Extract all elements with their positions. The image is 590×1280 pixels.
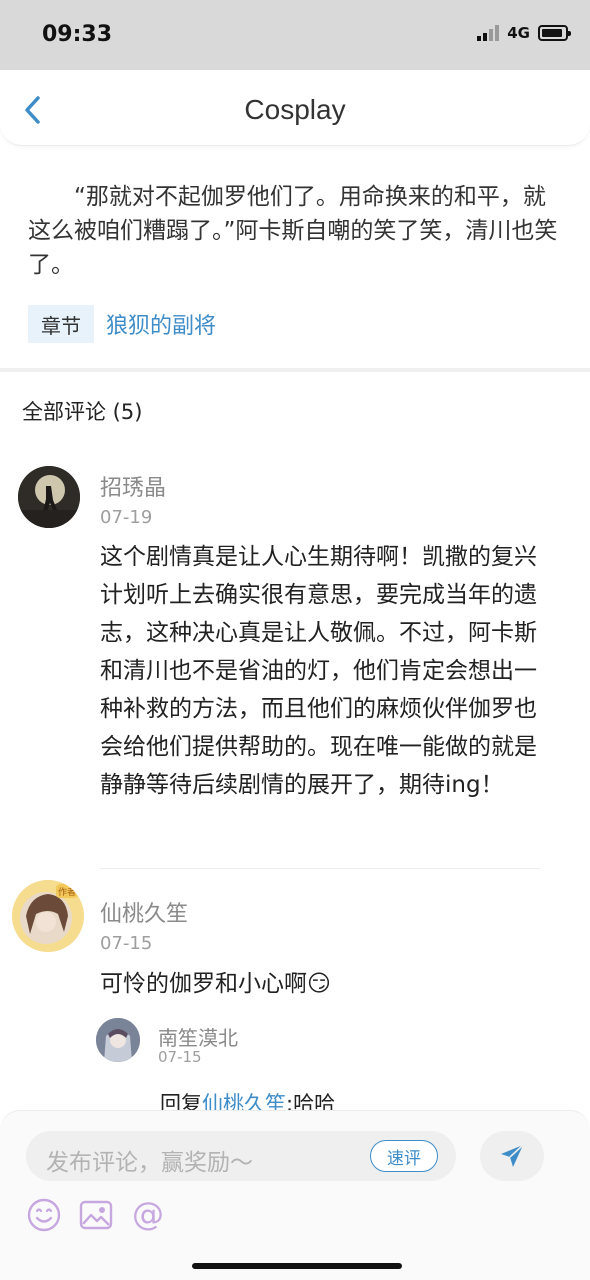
avatar[interactable] — [18, 466, 80, 528]
reply-author[interactable]: 南笙漠北 — [158, 1022, 238, 1051]
section-divider — [0, 368, 590, 372]
smile-icon[interactable] — [26, 1197, 62, 1233]
comment-text: 这个剧情真是让人心生期待啊！凯撒的复兴计划听上去确实很有意思，要完成当年的遗志，… — [100, 544, 537, 798]
comment-date: 07-15 — [100, 933, 153, 954]
comment-text: 可怜的伽罗和小心啊 — [100, 971, 307, 997]
status-time: 09:33 — [42, 22, 113, 47]
signal-icon — [477, 25, 500, 41]
chapter-row: 章节 狼狈的副将 — [28, 305, 216, 343]
smirk-emoji: 😏 — [307, 971, 331, 997]
author-badge: 作者 — [58, 886, 76, 898]
svg-text:@: @ — [132, 1197, 164, 1233]
comment-text-row: 可怜的伽罗和小心啊😏 — [100, 965, 556, 1003]
status-bar: 09:33 4G — [0, 0, 590, 70]
comment-toolbar: 发布评论，赢奖励～ 速评 @ — [0, 1110, 590, 1280]
quoted-passage: “那就对不起伽罗他们了。用命换来的和平，就这么被咱们糟蹋了。”阿卡斯自嘲的笑了笑… — [28, 184, 558, 278]
image-icon[interactable] — [78, 1197, 114, 1233]
avatar-image — [18, 466, 80, 528]
battery-icon — [538, 25, 571, 41]
at-icon[interactable]: @ — [130, 1197, 166, 1233]
avatar-image — [96, 1018, 140, 1062]
chapter-tag: 章节 — [28, 305, 94, 343]
page-title: Cosplay — [244, 94, 346, 125]
comment-divider — [100, 868, 540, 869]
comments-heading: 全部评论 (5) — [22, 400, 143, 424]
comment-author[interactable]: 招琇晶 — [100, 470, 166, 502]
status-indicators: 4G — [477, 24, 571, 42]
nav-bar: Cosplay — [0, 70, 590, 146]
network-label: 4G — [507, 24, 530, 42]
quick-review-button[interactable]: 速评 — [370, 1140, 438, 1172]
avatar[interactable] — [96, 1018, 140, 1062]
comment-input-placeholder: 发布评论，赢奖励～ — [46, 1150, 253, 1176]
chapter-link[interactable]: 狼狈的副将 — [106, 308, 216, 340]
home-indicator — [192, 1263, 402, 1269]
send-icon — [501, 1144, 524, 1167]
avatar-image: 作者 — [12, 880, 84, 952]
comment-date: 07-19 — [100, 507, 153, 528]
comment-author[interactable]: 仙桃久笙 — [100, 896, 188, 928]
reply-date: 07-15 — [158, 1048, 202, 1066]
comment-input[interactable]: 发布评论，赢奖励～ 速评 — [26, 1131, 456, 1181]
send-button[interactable] — [480, 1131, 544, 1181]
avatar[interactable]: 作者 — [12, 880, 84, 952]
